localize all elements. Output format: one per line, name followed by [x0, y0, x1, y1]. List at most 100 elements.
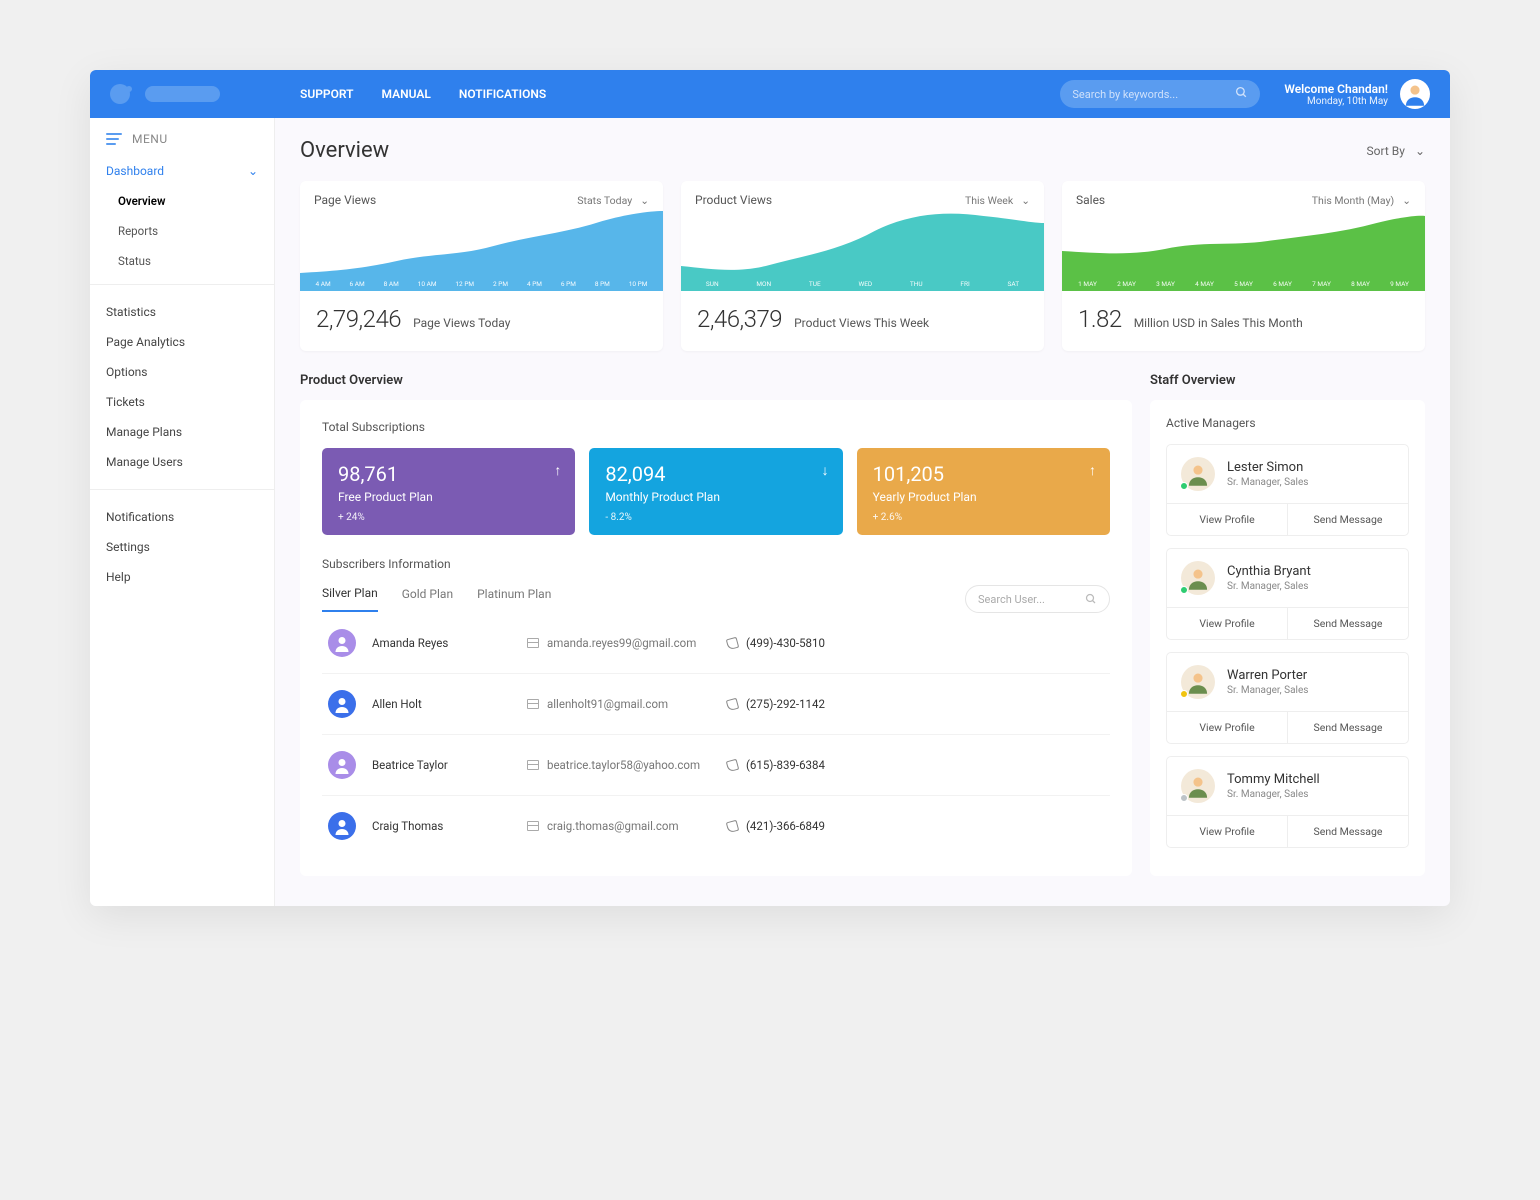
section-product-overview: Product Overview [300, 373, 1132, 388]
staff-card: Warren Porter Sr. Manager, Sales View Pr… [1166, 652, 1409, 744]
staff-card: Cynthia Bryant Sr. Manager, Sales View P… [1166, 548, 1409, 640]
total-subscriptions-label: Total Subscriptions [322, 420, 1110, 434]
tab-gold[interactable]: Gold Plan [402, 587, 453, 611]
chart-sales: 1 MAY2 MAY3 MAY4 MAY5 MAY6 MAY7 MAY8 MAY… [1062, 211, 1425, 291]
search-placeholder: Search by keywords... [1072, 88, 1235, 101]
sidebar-item-reports[interactable]: Reports [118, 216, 274, 246]
staff-name: Lester Simon [1227, 460, 1308, 475]
stat-value: 2,79,246 [316, 305, 401, 333]
sidebar-item-tickets[interactable]: Tickets [90, 387, 274, 417]
menu-icon[interactable] [106, 133, 122, 145]
active-managers-label: Active Managers [1166, 416, 1409, 430]
search-icon [1235, 86, 1248, 102]
stat-value: 2,46,379 [697, 305, 782, 333]
view-profile-button[interactable]: View Profile [1167, 712, 1288, 743]
global-search-input[interactable]: Search by keywords... [1060, 80, 1260, 108]
card-range-dropdown[interactable]: This Month (May)⌄ [1312, 194, 1411, 207]
arrow-up-icon: ↑ [1089, 462, 1096, 479]
card-title: Product Views [695, 193, 772, 207]
chevron-down-icon: ⌄ [1021, 194, 1030, 207]
sidebar-item-manage-plans[interactable]: Manage Plans [90, 417, 274, 447]
phone-icon [726, 636, 739, 649]
stat-label: Page Views Today [413, 316, 510, 330]
subscriber-email: craig.thomas@gmail.com [547, 819, 679, 833]
subscriber-row[interactable]: Allen Holt allenholt91@gmail.com (275)-2… [322, 674, 1110, 735]
nav-support[interactable]: SUPPORT [300, 87, 354, 101]
tab-silver[interactable]: Silver Plan [322, 586, 378, 612]
chart-product-views: SUNMONTUEWEDTHUFRISAT [681, 211, 1044, 291]
staff-card: Lester Simon Sr. Manager, Sales View Pro… [1166, 444, 1409, 536]
subscriber-row[interactable]: Craig Thomas craig.thomas@gmail.com (421… [322, 796, 1110, 856]
card-product-views: Product Views This Week⌄ SUNMONTUEWEDTHU… [681, 181, 1044, 351]
view-profile-button[interactable]: View Profile [1167, 608, 1288, 639]
staff-role: Sr. Manager, Sales [1227, 477, 1308, 488]
subscriber-name: Amanda Reyes [372, 636, 527, 650]
send-message-button[interactable]: Send Message [1288, 816, 1408, 847]
subscriber-avatar [328, 812, 356, 840]
card-title: Page Views [314, 193, 376, 207]
staff-role: Sr. Manager, Sales [1227, 581, 1311, 592]
nav-notifications[interactable]: NOTIFICATIONS [459, 87, 546, 101]
subscriber-email: allenholt91@gmail.com [547, 697, 668, 711]
page-title: Overview [300, 138, 389, 163]
card-page-views: Page Views Stats Today⌄ 4 AM6 AM8 AM10 A… [300, 181, 663, 351]
mail-icon [527, 760, 539, 770]
view-profile-button[interactable]: View Profile [1167, 504, 1288, 535]
subscriber-email: amanda.reyes99@gmail.com [547, 636, 696, 650]
search-user-input[interactable]: Search User... [965, 585, 1110, 613]
mail-icon [527, 821, 539, 831]
stat-label: Million USD in Sales This Month [1134, 316, 1303, 330]
sidebar-item-help[interactable]: Help [90, 562, 274, 592]
sidebar-item-settings[interactable]: Settings [90, 532, 274, 562]
subscriber-phone: (615)-839-6384 [746, 758, 825, 772]
staff-name: Cynthia Bryant [1227, 564, 1311, 579]
plan-card-free[interactable]: 98,761 Free Product Plan + 24% ↑ [322, 448, 575, 535]
send-message-button[interactable]: Send Message [1288, 504, 1408, 535]
welcome-text: Welcome Chandan! [1284, 82, 1388, 96]
brand-placeholder [145, 86, 220, 102]
status-indicator-icon [1180, 690, 1188, 698]
phone-icon [726, 758, 739, 771]
subscriber-avatar [328, 751, 356, 779]
search-icon [1085, 593, 1097, 605]
subscriber-phone: (275)-292-1142 [746, 697, 825, 711]
phone-icon [726, 819, 739, 832]
subscribers-info-label: Subscribers Information [322, 557, 1110, 571]
subscriber-phone: (499)-430-5810 [746, 636, 825, 650]
staff-name: Warren Porter [1227, 668, 1308, 683]
sidebar-item-dashboard[interactable]: Dashboard ⌄ [90, 156, 274, 186]
header-date: Monday, 10th May [1284, 96, 1388, 107]
staff-role: Sr. Manager, Sales [1227, 789, 1320, 800]
chart-page-views: 4 AM6 AM8 AM10 AM12 PM2 PM4 PM6 PM8 PM10… [300, 211, 663, 291]
sidebar-item-manage-users[interactable]: Manage Users [90, 447, 274, 477]
sidebar-item-notifications[interactable]: Notifications [90, 502, 274, 532]
menu-label: MENU [132, 132, 168, 146]
send-message-button[interactable]: Send Message [1288, 712, 1408, 743]
arrow-down-icon: ↓ [822, 462, 829, 479]
sidebar-item-overview[interactable]: Overview [118, 186, 274, 216]
status-indicator-icon [1180, 482, 1188, 490]
card-range-dropdown[interactable]: This Week⌄ [965, 194, 1030, 207]
plan-card-monthly[interactable]: 82,094 Monthly Product Plan - 8.2% ↓ [589, 448, 842, 535]
card-title: Sales [1076, 193, 1105, 207]
sort-dropdown[interactable]: Sort By ⌄ [1367, 144, 1425, 158]
chevron-down-icon: ⌄ [1402, 194, 1411, 207]
view-profile-button[interactable]: View Profile [1167, 816, 1288, 847]
user-avatar[interactable] [1400, 79, 1430, 109]
subscriber-row[interactable]: Amanda Reyes amanda.reyes99@gmail.com (4… [322, 613, 1110, 674]
sidebar-item-statistics[interactable]: Statistics [90, 297, 274, 327]
subscriber-row[interactable]: Beatrice Taylor beatrice.taylor58@yahoo.… [322, 735, 1110, 796]
mail-icon [527, 699, 539, 709]
sidebar-item-status[interactable]: Status [118, 246, 274, 276]
staff-role: Sr. Manager, Sales [1227, 685, 1308, 696]
send-message-button[interactable]: Send Message [1288, 608, 1408, 639]
section-staff-overview: Staff Overview [1150, 373, 1425, 388]
tab-platinum[interactable]: Platinum Plan [477, 587, 551, 611]
nav-manual[interactable]: MANUAL [382, 87, 431, 101]
plan-card-yearly[interactable]: 101,205 Yearly Product Plan + 2.6% ↑ [857, 448, 1110, 535]
sidebar-item-page-analytics[interactable]: Page Analytics [90, 327, 274, 357]
subscriber-name: Beatrice Taylor [372, 758, 527, 772]
status-indicator-icon [1180, 794, 1188, 802]
card-range-dropdown[interactable]: Stats Today⌄ [577, 194, 649, 207]
sidebar-item-options[interactable]: Options [90, 357, 274, 387]
